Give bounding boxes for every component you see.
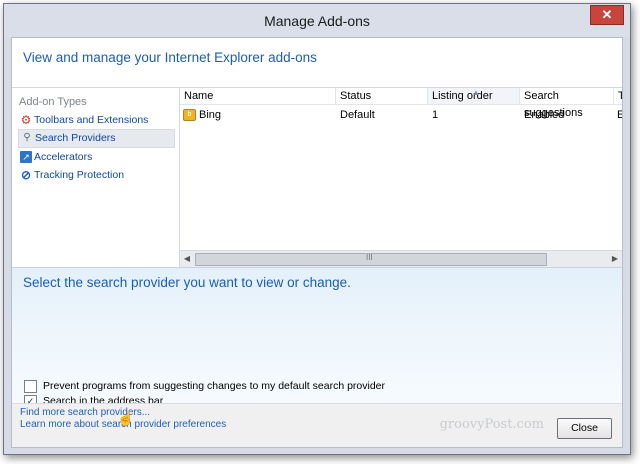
sidebar-item-label: Accelerators (34, 151, 93, 163)
window-close-button[interactable]: ✕ (590, 5, 624, 25)
detail-panel: Select the search provider you want to v… (12, 267, 622, 409)
sidebar-item-label: Toolbars and Extensions (34, 114, 149, 126)
horizontal-scrollbar[interactable]: ◀ III ▶ (180, 250, 622, 267)
cell-truncated: E (617, 109, 622, 121)
prevent-programs-checkbox[interactable] (24, 380, 37, 393)
scroll-left-icon[interactable]: ◀ (180, 251, 194, 267)
addon-list: Name Status ▲ Listing order Search sugge… (180, 88, 622, 267)
column-header-label: Listing order (432, 90, 493, 102)
scroll-right-icon[interactable]: ▶ (608, 251, 622, 267)
scroll-thumb[interactable]: III (195, 253, 547, 266)
column-header-truncated[interactable]: T (614, 88, 622, 105)
sidebar-item-tracking-protection[interactable]: ⊘ Tracking Protection (18, 167, 173, 184)
scroll-grip: III (366, 253, 373, 262)
cell-name: Bing (199, 109, 222, 121)
column-header-name[interactable]: Name (180, 88, 336, 105)
close-button[interactable]: Close (557, 418, 612, 439)
header-band: View and manage your Internet Explorer a… (12, 38, 622, 88)
dialog-content: View and manage your Internet Explorer a… (11, 37, 623, 448)
magnifier-icon: ⚲ (23, 132, 31, 143)
sidebar-item-label: Search Providers (35, 132, 116, 144)
addon-types-label: Add-on Types (19, 96, 87, 108)
column-header-search-suggestions[interactable]: Search suggestions (520, 88, 614, 119)
hand-cursor-icon: ☝ (117, 410, 135, 426)
column-header-listing-order[interactable]: ▲ Listing order (428, 88, 520, 105)
title-bar[interactable]: Manage Add-ons ✕ (4, 4, 630, 37)
sort-up-icon: ▲ (472, 88, 480, 97)
cell-status: Default (340, 109, 375, 121)
accelerator-icon: ↗ (20, 151, 32, 163)
footer: Find more search providers... Learn more… (12, 403, 622, 447)
sidebar-item-toolbars-extensions[interactable]: ⚙ Toolbars and Extensions (18, 112, 173, 129)
table-row[interactable]: b Bing Default 1 Enabled E (180, 107, 622, 124)
watermark: groovyPost.com (439, 417, 544, 432)
manage-addons-window: Manage Add-ons ✕ View and manage your In… (3, 3, 631, 455)
cell-search-suggestions: Enabled (524, 109, 565, 121)
header-text: View and manage your Internet Explorer a… (23, 50, 317, 65)
checkbox-label: Prevent programs from suggesting changes… (43, 380, 386, 392)
sidebar-item-search-providers[interactable]: ⚲ Search Providers (18, 129, 175, 148)
gear-icon: ⚙ (20, 113, 32, 127)
cell-listing-order: 1 (432, 109, 439, 121)
detail-prompt: Select the search provider you want to v… (23, 275, 351, 290)
bing-icon: b (183, 109, 196, 121)
window-title: Manage Add-ons (264, 13, 370, 29)
tracking-protection-icon: ⊘ (20, 168, 32, 182)
sidebar-item-label: Tracking Protection (34, 169, 125, 181)
sidebar-item-accelerators[interactable]: ↗ Accelerators (18, 149, 173, 166)
addon-types-pane: Add-on Types ⚙ Toolbars and Extensions ⚲… (12, 88, 180, 267)
column-header-status[interactable]: Status (336, 88, 428, 105)
